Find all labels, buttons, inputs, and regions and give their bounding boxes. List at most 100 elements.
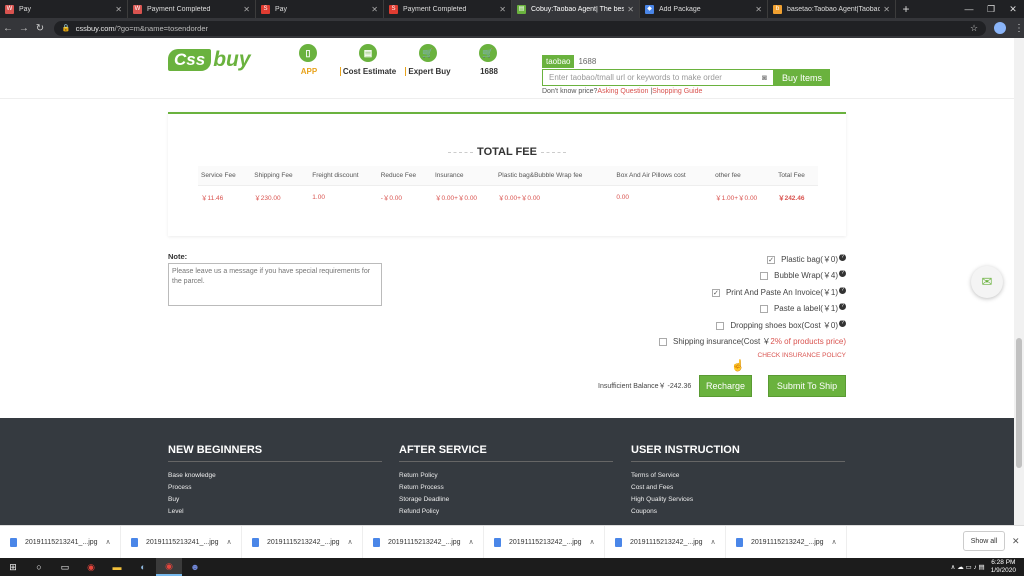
search-icon[interactable]: ○ xyxy=(26,558,52,576)
page-scrollbar[interactable] xyxy=(1014,38,1024,525)
help-question-icon[interactable]: ? xyxy=(839,253,846,261)
chrome-icon[interactable]: ◉ xyxy=(78,558,104,576)
chevron-up-icon[interactable]: ∧ xyxy=(106,538,111,546)
browser-tab[interactable]: ▤ Cobuy:Taobao Agent| The best c ✕ xyxy=(512,0,640,18)
submit-to-ship-button[interactable]: Submit To Ship xyxy=(768,375,846,397)
packing-option[interactable]: Dropping shoes box(Cost ￥0)? xyxy=(716,319,846,331)
file-explorer-icon[interactable]: ▬ xyxy=(104,558,130,576)
maximize-icon[interactable]: ❐ xyxy=(980,0,1002,18)
tray-chevron-icon[interactable]: ∧ ☁ ▭ ♪ ▤ xyxy=(951,563,985,571)
minimize-icon[interactable]: — xyxy=(958,0,980,18)
taskbar-clock[interactable]: 6:28 PM 1/9/2020 xyxy=(991,559,1016,575)
mail-icon[interactable]: ✉ xyxy=(971,266,1003,298)
option-checkbox[interactable] xyxy=(716,321,725,330)
camera-icon[interactable]: ◙ xyxy=(762,73,767,82)
chevron-up-icon[interactable]: ∧ xyxy=(590,538,595,546)
browser-tab[interactable]: S Payment Completed ✕ xyxy=(384,0,512,18)
chevron-up-icon[interactable]: ∧ xyxy=(469,538,474,546)
search-input[interactable]: Enter taobao/tmall url or keywords to ma… xyxy=(542,69,774,86)
footer-link[interactable]: Storage Deadline xyxy=(399,496,613,508)
help-question-icon[interactable]: ? xyxy=(839,286,846,294)
packing-option[interactable]: ✓ Print And Paste An Invoice(￥1)? xyxy=(711,286,846,298)
forward-icon[interactable]: → xyxy=(16,23,32,34)
footer-link[interactable]: Return Process xyxy=(399,484,613,496)
help-question-icon[interactable]: ? xyxy=(839,269,846,277)
chevron-up-icon[interactable]: ∧ xyxy=(832,538,837,546)
fee-column-header: Plastic bag&Bubble Wrap fee xyxy=(494,166,614,186)
reload-icon[interactable]: ↻ xyxy=(32,23,48,34)
footer-link[interactable]: Coupons xyxy=(631,508,845,520)
scrollbar-thumb[interactable] xyxy=(1016,338,1022,468)
nav-1688[interactable]: 🛒 1688 xyxy=(458,44,518,76)
steam-icon[interactable]: ◐ xyxy=(130,558,156,576)
download-item[interactable]: 20191115213242_...jpg ∧ xyxy=(484,525,605,559)
browser-tab[interactable]: W Pay ✕ xyxy=(0,0,128,18)
close-window-icon[interactable]: ✕ xyxy=(1002,0,1024,18)
help-question-icon[interactable]: ? xyxy=(839,319,846,327)
browser-tab[interactable]: ◆ Add Package ✕ xyxy=(640,0,768,18)
option-checkbox[interactable]: ✓ xyxy=(711,288,720,297)
search-tab-1688[interactable]: 1688 xyxy=(574,55,600,68)
show-all-button[interactable]: Show all xyxy=(963,531,1005,551)
recharge-button[interactable]: Recharge xyxy=(699,375,752,397)
help-question-icon[interactable]: ? xyxy=(839,302,846,310)
tab-close-icon[interactable]: ✕ xyxy=(883,5,890,14)
chevron-up-icon[interactable]: ∧ xyxy=(227,538,232,546)
shopping-guide-link[interactable]: Shopping Guide xyxy=(652,88,702,95)
tab-close-icon[interactable]: ✕ xyxy=(627,5,634,14)
option-checkbox[interactable] xyxy=(760,271,769,280)
shipping-insurance-checkbox[interactable] xyxy=(659,337,667,346)
footer-link[interactable]: Process xyxy=(168,484,382,496)
browser-tab[interactable]: W Payment Completed ✕ xyxy=(128,0,256,18)
browser-menu-icon[interactable]: ⋮ xyxy=(1014,23,1024,34)
footer-link[interactable]: High Quality Services xyxy=(631,496,845,508)
download-item[interactable]: 20191115213242_...jpg ∧ xyxy=(605,525,726,559)
chrome-active-icon[interactable]: ◉ xyxy=(156,558,182,576)
search-tab-taobao[interactable]: taobao xyxy=(542,55,575,68)
download-item[interactable]: 20191115213242_...jpg ∧ xyxy=(726,525,847,559)
browser-tab[interactable]: S Pay ✕ xyxy=(256,0,384,18)
footer-link[interactable]: Level xyxy=(168,508,382,520)
footer-link[interactable]: Base knowledge xyxy=(168,472,382,484)
packing-option[interactable]: Bubble Wrap(￥4)? xyxy=(760,269,846,281)
profile-avatar[interactable] xyxy=(994,22,1007,34)
packing-option[interactable]: ✓ Plastic bag(￥0)? xyxy=(767,253,846,265)
asking-question-link[interactable]: Asking Question xyxy=(597,88,648,95)
url-input[interactable]: 🔒 cssbuy.com /?go=m&name=tosendorder ☆ xyxy=(53,20,987,36)
nav-app[interactable]: ▯ APP xyxy=(278,44,338,76)
download-item[interactable]: 20191115213241_...jpg ∧ xyxy=(121,525,242,559)
nav-cost-estimate[interactable]: ▤ Cost Estimate xyxy=(338,44,398,76)
footer-link[interactable]: Refund Policy xyxy=(399,508,613,520)
footer-link[interactable]: Cost and Fees xyxy=(631,484,845,496)
browser-tab[interactable]: b basetao:Taobao Agent|Taobao E ✕ xyxy=(768,0,896,18)
footer-link[interactable]: Terms of Service xyxy=(631,472,845,484)
tab-close-icon[interactable]: ✕ xyxy=(499,5,506,14)
discord-icon[interactable]: ☻ xyxy=(182,558,208,576)
download-item[interactable]: 20191115213241_...jpg ∧ xyxy=(0,525,121,559)
back-icon[interactable]: ← xyxy=(0,23,16,34)
download-item[interactable]: 20191115213242_...jpg ∧ xyxy=(363,525,484,559)
chevron-up-icon[interactable]: ∧ xyxy=(711,538,716,546)
tab-close-icon[interactable]: ✕ xyxy=(755,5,762,14)
shipping-insurance-option[interactable]: Shipping insurance(Cost ￥ 2% of products… xyxy=(659,336,846,347)
new-tab-icon[interactable]: + xyxy=(896,0,916,18)
download-item[interactable]: 20191115213242_...jpg ∧ xyxy=(242,525,363,559)
chevron-up-icon[interactable]: ∧ xyxy=(348,538,353,546)
tab-close-icon[interactable]: ✕ xyxy=(115,5,122,14)
footer-link[interactable]: Buy xyxy=(168,496,382,508)
close-download-bar-icon[interactable]: ✕ xyxy=(1012,536,1020,547)
option-checkbox[interactable]: ✓ xyxy=(767,255,776,264)
check-insurance-policy-link[interactable]: CHECK INSURANCE POLICY xyxy=(758,352,847,359)
bookmark-star-icon[interactable]: ☆ xyxy=(970,23,978,34)
task-view-icon[interactable]: ▭ xyxy=(52,558,78,576)
tab-close-icon[interactable]: ✕ xyxy=(371,5,378,14)
nav-expert-buy[interactable]: 🛒 Expert Buy xyxy=(398,44,458,76)
tab-close-icon[interactable]: ✕ xyxy=(243,5,250,14)
windows-start-icon[interactable]: ⊞ xyxy=(0,558,26,576)
note-textarea[interactable] xyxy=(168,263,382,306)
option-checkbox[interactable] xyxy=(759,304,768,313)
footer-link[interactable]: Return Policy xyxy=(399,472,613,484)
buy-items-button[interactable]: Buy Items xyxy=(774,69,830,86)
packing-option[interactable]: Paste a label(￥1)? xyxy=(759,302,846,314)
cssbuy-logo[interactable]: Css buy xyxy=(168,48,251,72)
